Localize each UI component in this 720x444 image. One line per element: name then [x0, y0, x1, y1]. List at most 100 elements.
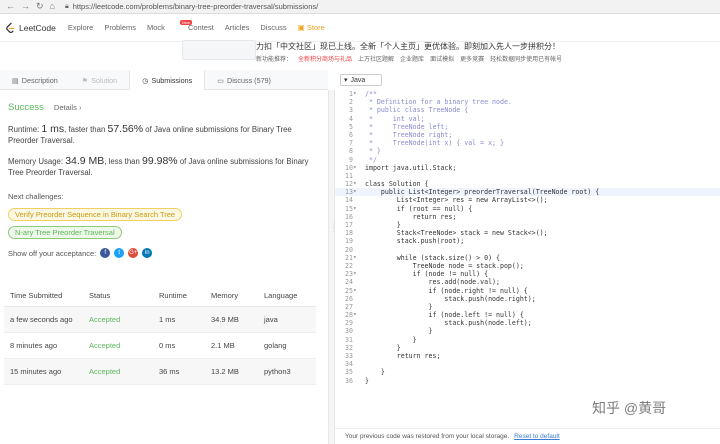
code-line: 25 ▾ if (node.right != null) { — [335, 287, 720, 295]
watermark: 知乎 @黄哥 — [592, 400, 667, 416]
code-text: stack.push(root); — [365, 237, 465, 246]
runtime-value: 1 ms — [41, 123, 65, 135]
code-text: */ — [365, 155, 377, 164]
description-icon: ▤ — [12, 75, 19, 85]
banner-link[interactable]: 上万社区题解 — [358, 54, 394, 63]
table-row[interactable]: a few seconds ago Accepted 1 ms 34.9 MB … — [4, 307, 316, 333]
runtime-percentile: 57.56% — [107, 123, 144, 135]
discuss-icon: ▭ — [217, 75, 225, 85]
banner-link[interactable]: 轻松数据同步使用已有帐号 — [490, 54, 562, 63]
code-text: } — [365, 376, 369, 385]
editor-footer: Your previous code was restored from you… — [335, 428, 720, 444]
line-number: 33 — [345, 352, 353, 360]
panel-resize-handle[interactable]: ⋮ ⋮ — [328, 90, 337, 444]
column-header: Time Submitted — [10, 291, 63, 300]
tab-solution[interactable]: ⚑ Solution — [70, 70, 129, 90]
reset-to-default-link[interactable]: Reset to default — [514, 433, 560, 440]
code-line: 32 } — [335, 344, 720, 352]
table-row[interactable]: 8 minutes ago Accepted 0 ms 2.1 MB golan… — [4, 333, 316, 359]
code-line: 36} — [335, 377, 720, 385]
line-number: 32 — [345, 343, 353, 352]
reload-icon[interactable]: ↻ — [36, 1, 44, 12]
status-link[interactable]: Accepted — [89, 367, 159, 376]
back-icon[interactable]: ← — [6, 1, 15, 12]
line-number: 24 — [345, 278, 353, 287]
memory-percentile: 99.98% — [142, 155, 178, 167]
table-row[interactable]: 15 minutes ago Accepted 36 ms 13.2 MB py… — [4, 359, 316, 385]
nav-mock[interactable]: MockNew — [147, 20, 192, 32]
code-text: * int val; — [365, 114, 425, 123]
linkedin-icon[interactable]: in — [142, 248, 153, 258]
url-field[interactable]: https://leetcode.com/problems/binary-tre… — [73, 2, 319, 11]
line-number: 36 — [345, 376, 353, 385]
code-editor[interactable]: 1 ▾/** 2 * Definition for a binary tree no… — [335, 90, 720, 428]
code-line: 1 ▾/** — [335, 90, 720, 98]
code-line: 24 res.add(node.val); — [335, 278, 720, 286]
google-plus-icon[interactable]: G+ — [128, 248, 139, 258]
code-text: if (node.left != null) { — [365, 311, 524, 320]
line-number: 7 — [349, 139, 353, 148]
details-link[interactable]: Details › — [54, 103, 82, 112]
next-challenge-chip[interactable]: N-ary Tree Preorder Traversal — [8, 226, 122, 239]
promo-banner[interactable]: 力扣「中文社区」现已上线。全新「个人主页」更优体验。即刻加入先人一步拼积分！ 新… — [178, 14, 718, 64]
line-number: 3 — [349, 106, 353, 115]
code-line: 8 * } — [335, 147, 720, 155]
table-header: Time Submitted Status Runtime Memory Lan… — [4, 285, 316, 307]
banner-link[interactable]: 面试模拟 — [430, 54, 454, 63]
code-line: 30 } — [335, 327, 720, 335]
language-label: Java — [350, 76, 366, 84]
banner-headline: 力扣「中文社区」现已上线。全新「个人主页」更优体验。即刻加入先人一步拼积分！ — [256, 42, 560, 51]
code-line: 6 * TreeNode right; — [335, 131, 720, 139]
next-challenge-chip[interactable]: Verify Preorder Sequence in Binary Searc… — [8, 208, 183, 221]
nav-explore[interactable]: Explore — [68, 23, 93, 32]
share-row: Show off your acceptance: f t G+ in — [8, 248, 153, 258]
tab-submissions[interactable]: ◷ Submissions — [129, 70, 206, 90]
code-line: 29 stack.push(node.left); — [335, 319, 720, 327]
runtime-mid: , faster than — [64, 125, 108, 134]
code-line: 31 } — [335, 336, 720, 344]
forward-icon[interactable]: → — [21, 1, 30, 12]
language-cell: java — [264, 315, 278, 324]
code-line: 27 } — [335, 303, 720, 311]
code-text: * TreeNode right; — [365, 130, 453, 139]
logo[interactable]: LeetCode — [5, 22, 56, 33]
code-text: stack.push(node.right); — [365, 294, 536, 303]
language-select[interactable]: ▾ Java — [340, 74, 382, 86]
runtime-prefix: Runtime: — [8, 125, 42, 134]
code-text: * public class TreeNode { — [365, 106, 469, 115]
runtime-stat: Runtime: 1 ms, faster than 57.56% of Jav… — [8, 124, 318, 146]
line-number: 2 — [349, 98, 353, 107]
code-line: 22 TreeNode node = stack.pop(); — [335, 262, 720, 270]
code-line: 26 stack.push(node.right); — [335, 295, 720, 303]
nav-problems[interactable]: Problems — [104, 23, 136, 32]
tab-description[interactable]: ▤ Description — [0, 70, 70, 90]
code-line: 14 List<Integer> res = new ArrayList<>()… — [335, 196, 720, 204]
logo-text: LeetCode — [19, 22, 56, 33]
banner-illustration — [182, 40, 256, 60]
banner-link[interactable]: 全新积分商场与礼品 — [298, 54, 352, 63]
line-number: 20 — [345, 245, 353, 254]
twitter-icon[interactable]: t — [114, 248, 125, 258]
banner-link[interactable]: 更多竞赛 — [460, 54, 484, 63]
banner-links: 新功能推荐： 全新积分商场与礼品 上万社区题解 企业题库 面试模拟 更多竞赛 轻… — [256, 54, 562, 63]
line-number: 16 — [345, 212, 353, 221]
status-link[interactable]: Accepted — [89, 341, 159, 350]
line-number: 31 — [345, 335, 353, 344]
banner-link[interactable]: 企业题库 — [400, 54, 424, 63]
code-text: TreeNode node = stack.pop(); — [365, 261, 524, 270]
facebook-icon[interactable]: f — [100, 248, 111, 258]
code-line: 18 Stack<TreeNode> stack = new Stack<>()… — [335, 229, 720, 237]
tab-discuss[interactable]: ▭ Discuss (579) — [205, 70, 283, 90]
home-icon[interactable]: ⌂ — [50, 1, 55, 12]
status-link[interactable]: Accepted — [89, 315, 159, 324]
column-header: Memory — [211, 291, 239, 300]
line-number: 30 — [345, 327, 353, 336]
line-number: 26 — [345, 294, 353, 303]
time-cell: a few seconds ago — [10, 315, 73, 324]
code-text: if (node.right != null) { — [365, 286, 528, 295]
code-text: public List<Integer> preorderTraversal(T… — [365, 188, 600, 197]
browser-nav: ← → ↻ ⌂ — [6, 1, 55, 12]
column-header: Runtime — [159, 291, 187, 300]
code-line: 7 * TreeNode(int x) { val = x; } — [335, 139, 720, 147]
tab-label: Submissions — [151, 75, 193, 85]
